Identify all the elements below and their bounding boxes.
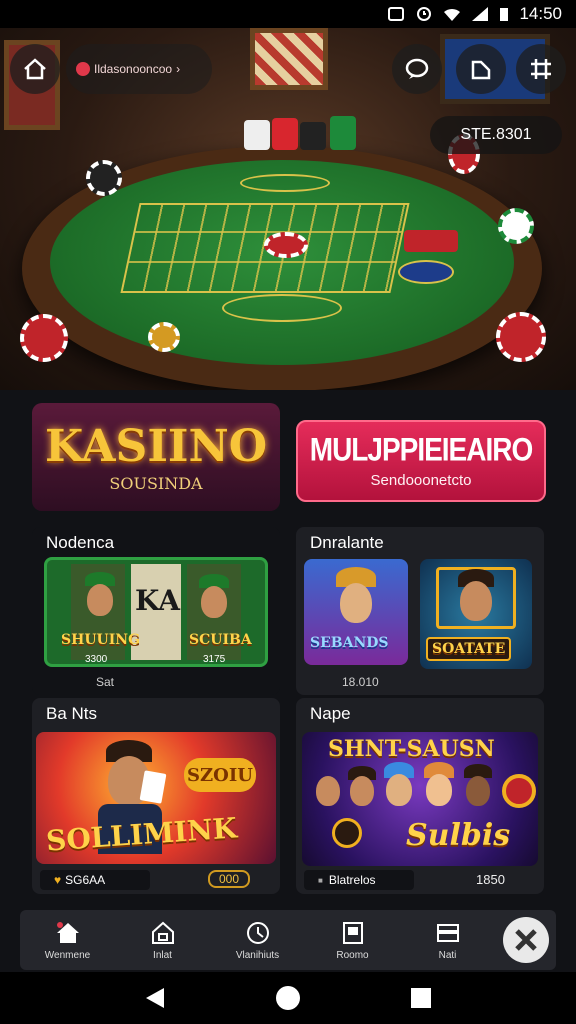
- nav-item-room[interactable]: Roomo: [313, 920, 393, 961]
- kasino-banner[interactable]: KASIINO SOUSINDA: [32, 403, 280, 511]
- section-title: Dnralante: [310, 533, 384, 552]
- home-circle-icon[interactable]: [275, 985, 301, 1011]
- section-card[interactable]: Dnralante SEBANDS SOATATE 18.010: [296, 527, 544, 695]
- chip-icon: [332, 818, 362, 848]
- slot-game-thumb[interactable]: KA SHUUING SCUIBA 3300 3175: [44, 557, 268, 667]
- room-icon: [342, 921, 363, 944]
- chip-stack: [300, 122, 326, 150]
- system-nav-bar: [0, 972, 576, 1024]
- tile-label: SHUUING: [61, 632, 141, 648]
- search-text: Ildasonooncoo: [94, 62, 173, 76]
- wallet-button[interactable]: [456, 44, 506, 94]
- chevron-icon: ›: [176, 62, 181, 76]
- house-icon: [24, 58, 46, 80]
- felt-marking: [404, 230, 458, 252]
- status-time: 14:50: [519, 4, 562, 23]
- recents-icon[interactable]: [410, 987, 432, 1009]
- game-thumb[interactable]: SEBANDS: [304, 559, 408, 665]
- card-icon: [139, 770, 167, 804]
- poker-chip: [20, 314, 68, 362]
- menu-button[interactable]: [516, 44, 566, 94]
- balance-display[interactable]: STE.8301: [430, 116, 562, 154]
- felt-marking: [240, 174, 330, 192]
- tile-value: 3175: [203, 654, 226, 665]
- battery-icon: [499, 6, 509, 22]
- nav-label: Nati: [438, 949, 457, 961]
- banner-title: MULJPPIEIEAIRO: [309, 431, 533, 467]
- felt-marking: [398, 260, 454, 284]
- game-thumb[interactable]: SHNT-SAUSN Sulbis: [302, 732, 538, 866]
- alarm-icon: [415, 6, 433, 22]
- banner-title: KASIINO: [44, 421, 268, 472]
- wallet-icon: [471, 60, 491, 80]
- nav-label: Inlat: [153, 949, 172, 961]
- tile-label: SCUIBA: [189, 632, 252, 648]
- tile-label: SOATATE: [426, 637, 512, 661]
- house-icon: [151, 921, 174, 944]
- tile-label: SEBANDS: [310, 635, 389, 651]
- section-title: Ba Nts: [46, 704, 98, 723]
- dot-icon: ■: [318, 875, 323, 885]
- footer-value: 000: [208, 870, 250, 888]
- poker-chip: [86, 160, 122, 196]
- footer-value: 1850: [476, 872, 505, 887]
- cards-icon: [436, 923, 459, 942]
- chip-stack: [330, 116, 356, 150]
- multiplayer-banner[interactable]: MULJPPIEIEAIRO Sendooonetcto: [296, 420, 546, 502]
- home-button[interactable]: [10, 44, 60, 94]
- chip-stack: [272, 118, 298, 150]
- wall-painting: [250, 28, 328, 90]
- roulette-icon: [502, 774, 536, 808]
- chat-icon: [405, 58, 429, 79]
- poker-chip: [498, 208, 534, 244]
- game-controller-button[interactable]: [502, 917, 549, 963]
- nav-item-history[interactable]: Vlanihiuts: [218, 920, 298, 961]
- expand-icon: [531, 59, 551, 79]
- poker-chip: [148, 322, 180, 352]
- record-icon: [76, 62, 90, 76]
- poker-chip: [496, 312, 546, 362]
- history-icon: [246, 921, 269, 944]
- section-title: Nape: [310, 704, 351, 723]
- section-title: Nodenca: [46, 533, 115, 552]
- nav-label: Roomo: [336, 949, 369, 961]
- chat-button[interactable]: [392, 44, 442, 94]
- bottom-nav: Wenmene Inlat Vlanihiuts Roomo Nati: [20, 910, 556, 970]
- section-card[interactable]: Nodenca KA SHUUING SCUIBA 3300 3175 Sat: [32, 527, 280, 695]
- poker-chip: [264, 232, 308, 258]
- back-icon[interactable]: [144, 986, 166, 1010]
- section-caption: Sat: [96, 675, 115, 689]
- felt-marking: [222, 294, 342, 322]
- banner-subtitle: SOUSINDA: [109, 474, 203, 493]
- section-card[interactable]: Ba Nts SZOIU SOLLIMINK ♥ SG6AA 000: [32, 698, 280, 894]
- footer-pill: ♥ SG6AA: [40, 870, 150, 890]
- screenshot-icon: [387, 6, 405, 22]
- banner-subtitle: Sendooonetcto: [370, 471, 472, 489]
- game-thumb[interactable]: SZOIU SOLLIMINK: [36, 732, 276, 864]
- nav-item-home[interactable]: Wenmene: [28, 920, 108, 961]
- home-icon: [56, 921, 79, 943]
- game-badge: SZOIU: [184, 758, 256, 792]
- chip-stack: [244, 120, 270, 150]
- section-caption: 18.010: [342, 675, 379, 689]
- nav-item-inlat[interactable]: Inlat: [123, 920, 203, 961]
- signal-icon: [471, 6, 489, 22]
- nav-item-nati[interactable]: Nati: [408, 920, 488, 961]
- game-title: SOLLIMINK: [45, 811, 239, 858]
- tile-value: 3300: [85, 654, 108, 665]
- heart-icon: ♥: [54, 873, 62, 887]
- hero-casino-table: Ildasonooncoo › STE.8301: [0, 28, 576, 390]
- footer-pill: ■ Blatrelos: [304, 870, 414, 890]
- nav-label: Vlanihiuts: [235, 949, 280, 961]
- game-title-top: SHNT-SAUSN: [328, 736, 495, 762]
- section-card[interactable]: Nape SHNT-SAUSN Sulbis ■ Blatrelos 1850: [296, 698, 544, 894]
- search-bar[interactable]: Ildasonooncoo ›: [66, 44, 212, 94]
- game-thumb[interactable]: SOATATE: [420, 559, 532, 669]
- balance-value: STE.8301: [460, 126, 532, 143]
- game-title-bottom: Sulbis: [406, 818, 511, 853]
- status-bar: 14:50: [0, 0, 576, 28]
- nav-label: Wenmene: [44, 949, 91, 961]
- wifi-icon: [443, 6, 461, 22]
- tools-icon: [514, 929, 537, 951]
